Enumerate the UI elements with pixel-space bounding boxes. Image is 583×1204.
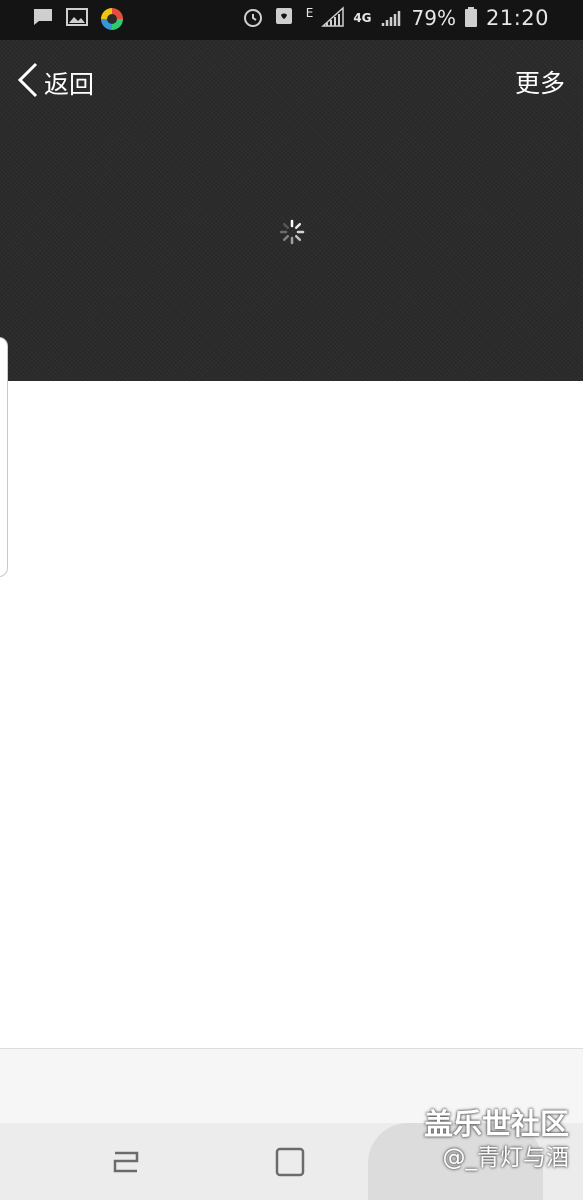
nfc-icon: [274, 6, 298, 30]
recent-apps-button[interactable]: [85, 1123, 165, 1200]
alarm-icon: [242, 6, 266, 30]
signal-icon: [321, 6, 345, 30]
signal-icon: [380, 6, 404, 30]
more-button[interactable]: 更多: [515, 64, 565, 100]
network-type: 4G: [353, 11, 372, 25]
chevron-left-icon: [16, 62, 40, 104]
message-icon: [32, 7, 56, 31]
gallery-icon: [66, 7, 90, 31]
back-button[interactable]: 返回: [16, 62, 94, 104]
battery-percent: 79%: [411, 6, 456, 30]
watermark: 盖乐世社区 @_青灯与酒: [424, 1106, 569, 1174]
back-label: 返回: [44, 70, 95, 99]
home-button[interactable]: [250, 1123, 330, 1200]
edge-panel-handle[interactable]: [0, 337, 8, 577]
app-icon: [100, 7, 124, 31]
status-bar: E 4G 79% 21:20: [0, 0, 583, 40]
watermark-line2: @_青灯与酒: [442, 1145, 570, 1171]
loading-spinner-icon: [278, 218, 306, 246]
clock: 21:20: [485, 6, 549, 30]
edge-indicator: E: [305, 6, 314, 20]
battery-icon: [464, 6, 478, 30]
watermark-line1: 盖乐世社区: [423, 1107, 569, 1141]
header-banner: 返回 更多: [0, 40, 583, 381]
